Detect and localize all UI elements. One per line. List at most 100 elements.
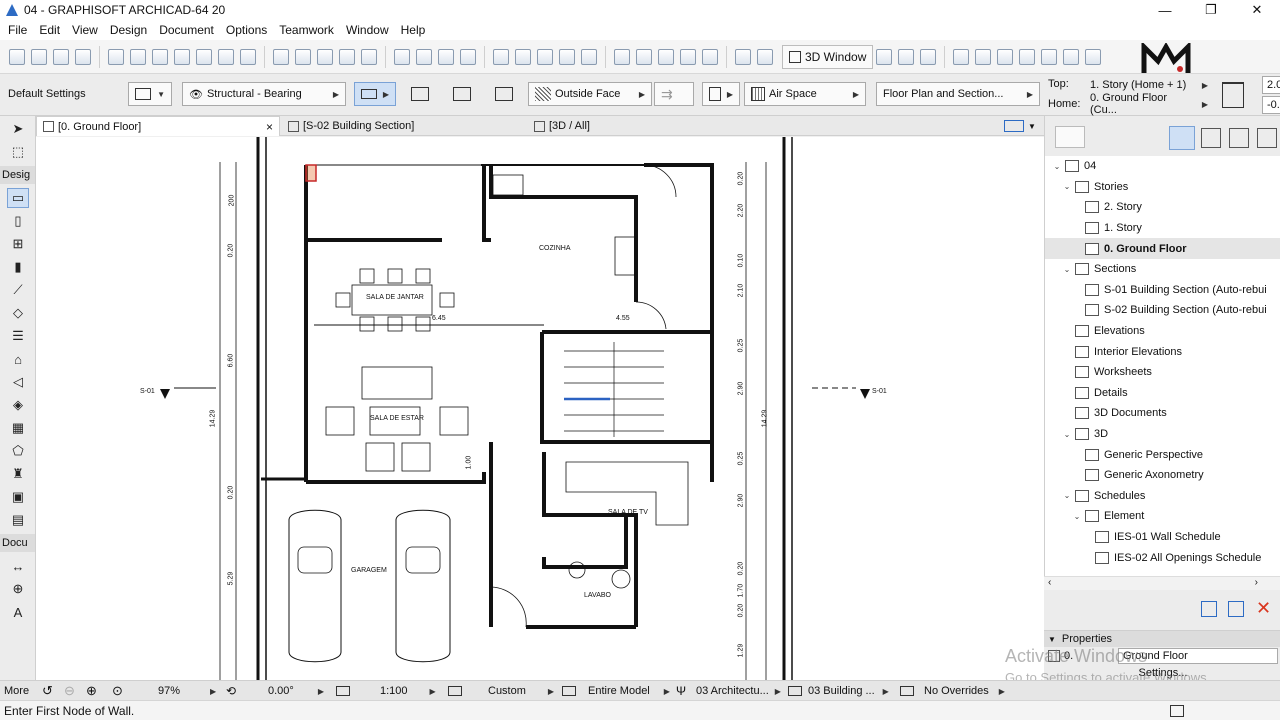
scale-dropdown[interactable]: 1:100 ▶ xyxy=(380,681,436,701)
cutaway-icon[interactable] xyxy=(1019,48,1036,65)
filter-icon[interactable] xyxy=(997,48,1014,65)
orbit-icon[interactable] xyxy=(920,48,937,65)
navigator-item[interactable]: IES-01 Wall Schedule xyxy=(1045,527,1280,548)
door-tool-icon[interactable]: ▯ xyxy=(7,211,29,231)
navigator-item[interactable]: S-01 Building Section (Auto-rebui xyxy=(1045,280,1280,301)
reference-line-dropdown[interactable]: Outside Face ▶ xyxy=(528,82,652,106)
wall-tool-icon[interactable]: ▭ xyxy=(7,188,29,208)
explore-icon[interactable] xyxy=(975,48,992,65)
mirror-icon[interactable] xyxy=(273,48,289,65)
walk-icon[interactable] xyxy=(953,48,970,65)
menu-window[interactable]: Window xyxy=(340,23,395,37)
bottom-offset-input[interactable]: -0. xyxy=(1262,96,1280,114)
bring-front-icon[interactable] xyxy=(581,48,597,65)
cut-icon[interactable] xyxy=(108,48,124,65)
floor-plan-canvas[interactable]: COZINHA SALA DE JANTAR SALA DE ESTAR SAL… xyxy=(36,137,1044,680)
project-map-icon[interactable] xyxy=(1169,126,1195,150)
slab-tool-icon[interactable]: ◇ xyxy=(7,303,29,323)
menu-teamwork[interactable]: Teamwork xyxy=(273,23,340,37)
fit-window-icon[interactable]: ⊙ xyxy=(112,681,123,701)
tab-section[interactable]: [S-02 Building Section] xyxy=(282,116,526,136)
navigator-item[interactable]: 3D Documents xyxy=(1045,403,1280,424)
zoom-back-icon[interactable]: ↺ xyxy=(42,681,53,701)
trim-icon[interactable] xyxy=(394,48,410,65)
more-tools-button[interactable]: More xyxy=(4,681,29,701)
group-icon[interactable] xyxy=(493,48,509,65)
menu-edit[interactable]: Edit xyxy=(33,23,66,37)
trace-icon[interactable] xyxy=(614,48,630,65)
unlock-icon[interactable] xyxy=(559,48,575,65)
tab-close-button[interactable]: × xyxy=(266,120,273,134)
navigator-item[interactable]: Details xyxy=(1045,383,1280,404)
navigator-item[interactable]: Interior Elevations xyxy=(1045,341,1280,362)
navigator-item[interactable]: ⌄ Schedules xyxy=(1045,486,1280,507)
layout-book-nav-icon[interactable] xyxy=(1229,128,1249,148)
chevron-down-icon[interactable]: ⌄ xyxy=(1071,512,1083,521)
3d-style-icon[interactable] xyxy=(876,48,893,65)
design-group-label[interactable]: Desig xyxy=(0,166,35,184)
home-story-dropdown[interactable]: 0. Ground Floor (Cu... ▶ xyxy=(1086,92,1212,116)
copy-icon[interactable] xyxy=(130,48,146,65)
tab-3d[interactable]: [3D / All] xyxy=(528,116,772,136)
sun-icon[interactable] xyxy=(757,48,773,65)
navigator-mode-button[interactable] xyxy=(1055,126,1085,148)
zone-tool-icon[interactable]: ▣ xyxy=(7,487,29,507)
magic-wand-icon[interactable] xyxy=(53,48,69,65)
railing-tool-icon[interactable]: ▤ xyxy=(7,510,29,530)
wall-geometry-dropdown[interactable]: ▼ xyxy=(128,82,172,106)
dimension-tool-icon[interactable]: ↔ xyxy=(7,556,29,576)
stretch-icon[interactable] xyxy=(339,48,355,65)
navigator-item[interactable]: ⌄ Element xyxy=(1045,506,1280,527)
object-tool-icon[interactable]: ♜ xyxy=(7,464,29,484)
new-folder-icon[interactable] xyxy=(1228,601,1244,617)
menu-document[interactable]: Document xyxy=(153,23,220,37)
scroll-left-icon[interactable]: ‹ xyxy=(1048,577,1051,588)
level-dimension-tool-icon[interactable]: ⊕ xyxy=(7,579,29,599)
angle-dropdown[interactable]: 0.00° ▶ xyxy=(268,681,324,701)
navigator-item[interactable]: Generic Axonometry xyxy=(1045,465,1280,486)
render-icon[interactable] xyxy=(735,48,751,65)
tab-overflow-button[interactable]: ▼ xyxy=(998,116,1038,136)
zoom-forward-icon[interactable]: ⊖ xyxy=(64,681,75,701)
navigator-horizontal-scrollbar[interactable]: ‹ › xyxy=(1044,576,1280,590)
zoom-in-icon[interactable]: ⊕ xyxy=(86,681,97,701)
window-size-icon[interactable] xyxy=(1170,705,1184,717)
split-icon[interactable] xyxy=(416,48,432,65)
undo-icon[interactable] xyxy=(174,48,190,65)
offset-icon[interactable] xyxy=(317,48,333,65)
layer-icon[interactable] xyxy=(658,48,674,65)
column-tool-icon[interactable]: ▮ xyxy=(7,257,29,277)
maximize-button[interactable]: ❐ xyxy=(1188,0,1234,20)
layer-combination-dropdown[interactable]: Custom ▶ xyxy=(488,681,554,701)
chevron-down-icon[interactable]: ⌄ xyxy=(1061,265,1073,274)
navigator-item[interactable]: ⌄ Sections xyxy=(1045,259,1280,280)
chevron-down-icon[interactable]: ⌄ xyxy=(1061,491,1073,500)
trace-reference-icon[interactable] xyxy=(636,48,652,65)
composite-picker[interactable]: ▶ xyxy=(702,82,740,106)
structure-dropdown[interactable]: 👁 Structural - Bearing ▶ xyxy=(182,82,346,106)
3d-projection-icon[interactable] xyxy=(898,48,915,65)
document-group-label[interactable]: Docu xyxy=(0,534,35,552)
flip-direction-button[interactable]: ⇉ xyxy=(654,82,694,106)
close-button[interactable]: ✕ xyxy=(1234,0,1280,20)
lock-icon[interactable] xyxy=(537,48,553,65)
chevron-down-icon[interactable]: ⌄ xyxy=(1061,430,1073,439)
navigator-item[interactable]: S-02 Building Section (Auto-rebui xyxy=(1045,300,1280,321)
marquee-icon[interactable] xyxy=(680,48,696,65)
view-set-dropdown[interactable]: Floor Plan and Section... ▶ xyxy=(876,82,1040,106)
navigator-item[interactable]: ⌄ 3D xyxy=(1045,424,1280,445)
minimize-button[interactable]: — xyxy=(1142,0,1188,20)
drag-icon[interactable] xyxy=(218,48,234,65)
settings-button[interactable]: Settings... xyxy=(1118,667,1208,681)
mesh-tool-icon[interactable]: ◈ xyxy=(7,395,29,415)
publisher-sets-icon[interactable] xyxy=(1257,128,1277,148)
ungroup-icon[interactable] xyxy=(515,48,531,65)
menu-file[interactable]: File xyxy=(2,23,33,37)
roof-tool-icon[interactable]: ⌂ xyxy=(7,349,29,369)
publisher-icon[interactable] xyxy=(1063,48,1080,65)
overrides-dropdown[interactable]: No Overrides ▶ xyxy=(924,681,1005,701)
zoom-dropdown[interactable]: 97% ▶ xyxy=(158,681,216,701)
property-name-field[interactable]: Ground Floor xyxy=(1118,648,1278,664)
resize-icon[interactable] xyxy=(361,48,377,65)
menu-design[interactable]: Design xyxy=(104,23,153,37)
